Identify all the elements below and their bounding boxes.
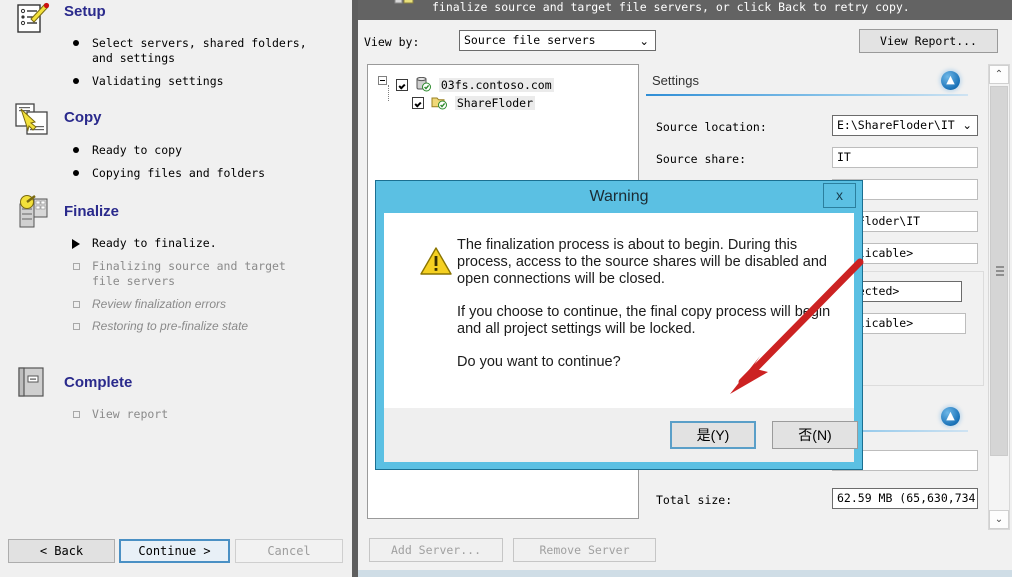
sidebar-step-finalizing-servers: Finalizing source and target file server… [73,259,297,289]
view-by-label: View by: [364,35,420,49]
back-button[interactable]: < Back [8,539,115,563]
dialog-paragraph-3: Do you want to continue? [457,354,621,370]
dialog-body: The finalization process is about to beg… [384,213,854,408]
sidebar-step-ready-to-finalize: Ready to finalize. [72,236,332,251]
tree-expander-root[interactable] [378,76,387,85]
sidebar-step-ready-to-copy: Ready to copy [73,143,332,158]
copy-documents-icon [15,103,48,135]
tree-node-root[interactable]: 03fs.contoso.com [396,74,554,92]
wizard-header-icon [394,0,414,4]
checklist-pencil-icon [17,2,50,33]
stage-title-complete: Complete [64,374,133,391]
cancel-button: Cancel [235,539,343,563]
settings-section-title: Settings [652,73,699,88]
chevron-down-icon: ⌄ [639,34,649,48]
scroll-up-icon[interactable]: ⌃ [989,65,1009,84]
total-size-value[interactable]: 62.59 MB (65,630,734 [832,488,978,509]
tree-connector [388,85,389,101]
wizard-button-bar: < Back Continue > Cancel [0,531,352,577]
remove-server-button: Remove Server [513,538,656,562]
collapse-settings-button-2[interactable]: ▲ [941,407,960,426]
scroll-down-icon[interactable]: ⌄ [989,510,1009,529]
tree-checkbox-root[interactable] [396,79,408,91]
tree-node-child[interactable]: ShareFloder [412,92,536,110]
scrollbar-grip [996,266,1004,276]
shared-folder-icon [431,97,447,110]
dialog-paragraph-1: The finalization process is about to beg… [457,237,827,287]
source-location-value: E:\ShareFloder\IT [837,118,955,132]
stage-title-copy: Copy [64,109,102,126]
server-icon [416,77,431,92]
sidebar-step-restoring-state: Restoring to pre-finalize state [73,319,257,334]
tree-node-root-label: 03fs.contoso.com [438,78,554,92]
server-button-bar: Add Server... Remove Server [358,530,1012,570]
chevron-down-icon: ⌄ [962,118,972,132]
warning-dialog: Warning x The finalization process is ab… [375,180,863,470]
sidebar-step-validating-settings: Validating settings [73,74,332,89]
view-by-select[interactable]: Source file servers ⌄ [459,30,656,51]
dialog-title: Warning [589,188,649,205]
stage-title-setup: Setup [64,3,106,20]
scrollbar-thumb[interactable] [990,86,1008,456]
source-share-value[interactable]: IT [832,147,978,168]
header-instruction-text: finalize source and target file servers,… [432,0,910,14]
total-size-label: Total size: [656,493,733,507]
sidebar-step-review-errors: Review finalization errors [73,297,332,312]
view-by-row: View by: Source file servers ⌄ View Repo… [358,20,1012,64]
server-finalize-icon [19,195,48,228]
source-share-label: Source share: [656,152,747,166]
report-book-icon [18,367,44,397]
collapse-settings-button[interactable]: ▲ [941,71,960,90]
bottom-strip [358,570,1012,577]
source-location-label: Source location: [656,120,767,134]
view-report-button[interactable]: View Report... [859,29,998,53]
view-by-value: Source file servers [464,33,596,47]
dialog-message: The finalization process is about to beg… [457,237,832,387]
warning-triangle-icon [420,247,452,275]
no-button[interactable]: 否(N) [772,421,858,449]
sidebar-step-view-report: View report [73,407,332,422]
yes-button[interactable]: 是(Y) [670,421,756,449]
sidebar-step-copying-files: Copying files and folders [73,166,332,181]
wizard-sidebar: Setup Select servers, shared folders, an… [0,0,352,577]
section-rule [646,94,968,96]
settings-section-header: Settings ▲ [646,70,968,100]
add-server-button: Add Server... [369,538,503,562]
settings-scrollbar[interactable]: ⌃ ⌄ [988,64,1010,530]
dialog-footer: 是(Y) 否(N) [384,408,858,462]
close-icon[interactable]: x [823,183,856,208]
continue-button[interactable]: Continue > [119,539,230,563]
dialog-paragraph-2: If you choose to continue, the final cop… [457,304,831,337]
sidebar-step-select-servers: Select servers, shared folders, and sett… [73,36,324,66]
source-location-combo[interactable]: E:\ShareFloder\IT ⌄ [832,115,978,136]
stage-title-finalize: Finalize [64,203,120,220]
header-instruction-bar: finalize source and target file servers,… [358,0,1012,20]
tree-checkbox-child[interactable] [412,97,424,109]
tree-node-child-label: ShareFloder [454,96,536,110]
